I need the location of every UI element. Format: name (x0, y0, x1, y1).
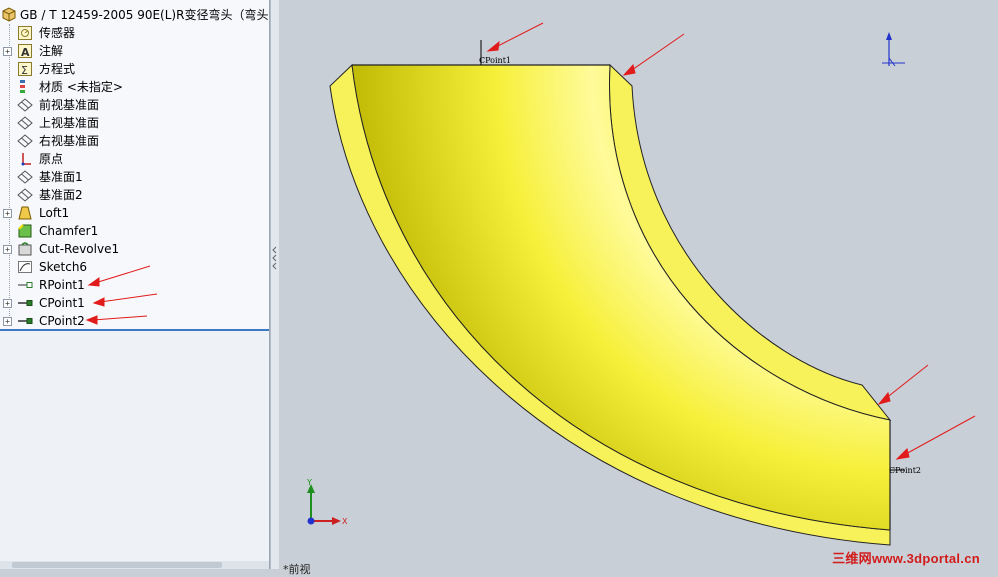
route-point-icon (17, 277, 33, 293)
tree-item-1[interactable]: 基准面1 (0, 168, 269, 186)
tree-item-label: CPoint1 (39, 296, 85, 310)
tree-item-item-7[interactable]: 原点 (0, 150, 269, 168)
collapse-panel-icon[interactable] (272, 244, 278, 270)
plane-icon (17, 115, 33, 131)
tree-item-item-1[interactable]: + A 注解 (0, 42, 269, 60)
tree-item-label: 材质 <未指定> (39, 80, 123, 94)
tree-item-label: CPoint2 (39, 314, 85, 328)
tree-item-item-3[interactable]: 材质 <未指定> (0, 78, 269, 96)
tree-item-label: 方程式 (39, 62, 76, 76)
connection-point-icon (17, 295, 33, 311)
panel-divider (0, 329, 269, 331)
tree-item-label: 传感器 (39, 26, 76, 40)
model-canvas: CPoint1 CPoint2 Y X (306, 22, 976, 546)
tree-item-label: 右视基准面 (39, 134, 100, 148)
expand-icon[interactable]: + (3, 317, 12, 326)
tree-item-cpoint2[interactable]: + CPoint2 (0, 312, 269, 330)
material-icon (17, 79, 33, 95)
tree-item-loft1[interactable]: + Loft1 (0, 204, 269, 222)
tree-item-label: Sketch6 (39, 260, 88, 274)
tree-item-label: Cut-Revolve1 (39, 242, 120, 256)
tree-item-rpoint1[interactable]: RPoint1 (0, 276, 269, 294)
tree-item-cut-revolve1[interactable]: + Cut-Revolve1 (0, 240, 269, 258)
plane-icon (17, 97, 33, 113)
tree-item-label: RPoint1 (39, 278, 85, 292)
expand-icon[interactable]: + (3, 209, 12, 218)
tree-item-label: 基准面1 (39, 170, 83, 184)
watermark: 三维网www.3dportal.cn (832, 551, 980, 566)
sketch-icon (17, 259, 33, 275)
tree-root-part[interactable]: GB / T 12459-2005 90E(L)R变径弯头（弯头 9 (0, 6, 269, 24)
graphics-viewport[interactable]: CPoint1 CPoint2 Y X (279, 0, 998, 569)
origin-icon (17, 151, 33, 167)
plane-icon (17, 187, 33, 203)
tree-item-item-2[interactable]: Σ 方程式 (0, 60, 269, 78)
tree-item-2[interactable]: 基准面2 (0, 186, 269, 204)
cpoint2-label: CPoint2 (889, 466, 921, 475)
tree-root-label: GB / T 12459-2005 90E(L)R变径弯头（弯头 9 (20, 8, 270, 22)
cpoint1-marker[interactable]: CPoint1 (479, 40, 511, 65)
feature-manager-panel: GB / T 12459-2005 90E(L)R变径弯头（弯头 9 传感器 + A… (0, 0, 270, 569)
tree-item-label: Chamfer1 (39, 224, 99, 238)
equation-icon: Σ (17, 61, 33, 77)
view-name-label: *前视 (283, 563, 311, 576)
expand-icon[interactable]: + (3, 245, 12, 254)
tree-item-label: 上视基准面 (39, 116, 100, 130)
tree-item-cpoint1[interactable]: + CPoint1 (0, 294, 269, 312)
tree-item-label: 前视基准面 (39, 98, 100, 112)
tree-item-item-6[interactable]: 右视基准面 (0, 132, 269, 150)
tree-item-label: 注解 (39, 44, 64, 58)
tree-item-item-0[interactable]: 传感器 (0, 24, 269, 42)
triad-y-label: Y (306, 478, 312, 487)
tree-item-chamfer1[interactable]: Chamfer1 (0, 222, 269, 240)
expand-icon[interactable]: + (3, 299, 12, 308)
cpoint1-label: CPoint1 (479, 56, 511, 65)
feature-tree: GB / T 12459-2005 90E(L)R变径弯头（弯头 9 传感器 + A… (0, 0, 269, 330)
horizontal-scrollbar[interactable] (0, 561, 269, 569)
view-orientation-indicator (882, 32, 905, 67)
scrollbar-thumb[interactable] (12, 562, 222, 568)
sensor-icon (17, 25, 33, 41)
tree-item-sketch6[interactable]: Sketch6 (0, 258, 269, 276)
tree-item-label: 基准面2 (39, 188, 83, 202)
cpoint2-marker[interactable]: CPoint2 (889, 466, 921, 475)
loft-icon (17, 205, 33, 221)
svg-text:A: A (21, 46, 30, 59)
plane-icon (17, 133, 33, 149)
tree-item-item-5[interactable]: 上视基准面 (0, 114, 269, 132)
part-icon (1, 7, 17, 23)
expand-icon[interactable]: + (3, 47, 12, 56)
connection-point-icon (17, 313, 33, 329)
annotation-icon: A (17, 43, 33, 59)
svg-text:Σ: Σ (21, 64, 28, 77)
reference-triad[interactable]: Y X (306, 478, 348, 526)
chamfer-icon (17, 223, 33, 239)
plane-icon (17, 169, 33, 185)
tree-item-item-4[interactable]: 前视基准面 (0, 96, 269, 114)
tree-item-label: Loft1 (39, 206, 70, 220)
cut-revolve-icon (17, 241, 33, 257)
tree-item-label: 原点 (39, 152, 64, 166)
triad-x-label: X (342, 517, 348, 526)
